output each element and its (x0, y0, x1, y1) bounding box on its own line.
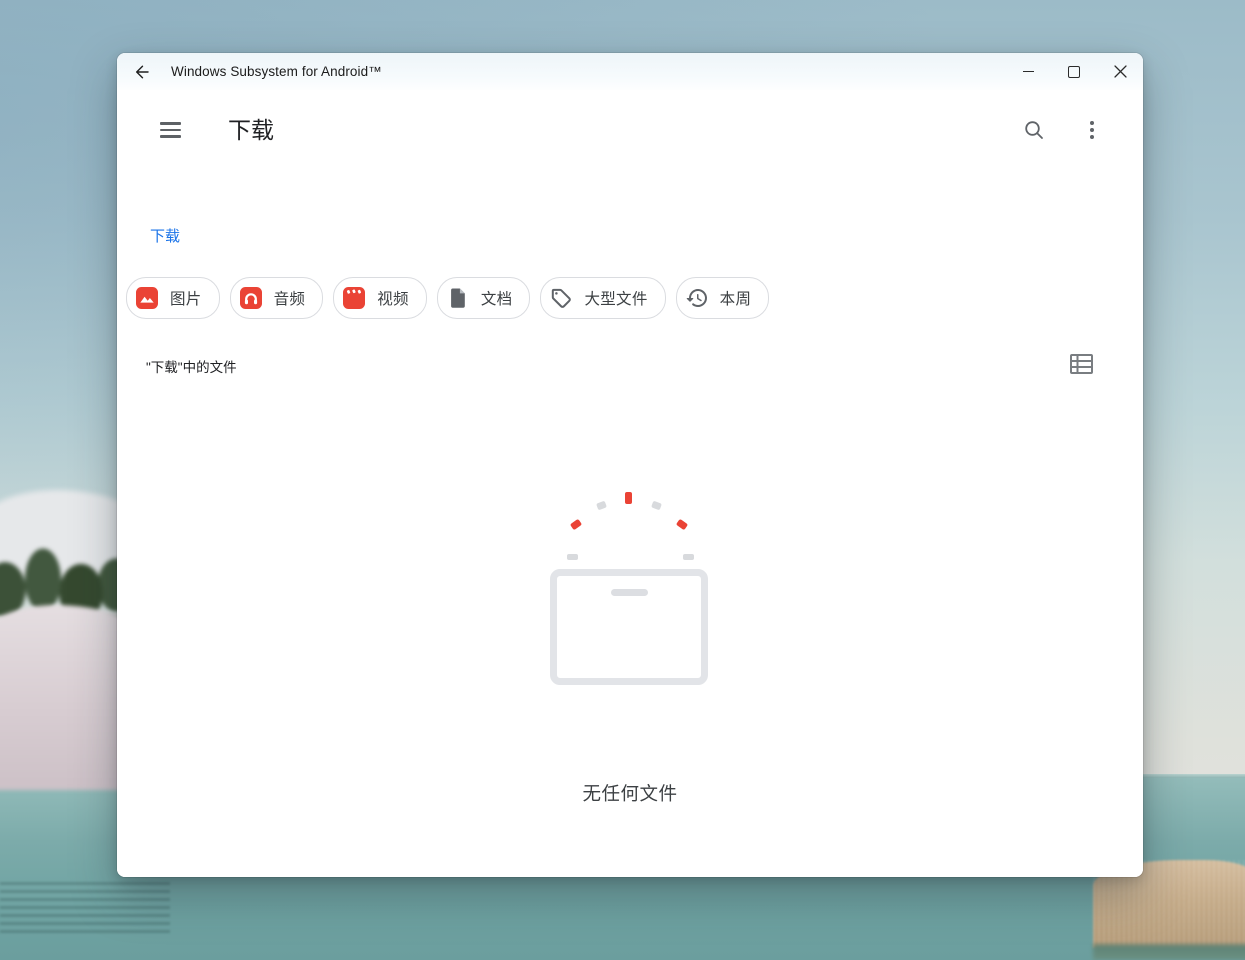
empty-box-handle (611, 589, 648, 596)
confetti-mark (596, 501, 607, 511)
image-icon (135, 286, 159, 310)
maximize-icon (1068, 66, 1080, 78)
kebab-menu-icon (1090, 121, 1094, 140)
search-button[interactable] (1018, 114, 1050, 146)
close-button[interactable] (1097, 53, 1143, 90)
wallpaper-grass-reflection (1093, 944, 1245, 960)
chip-label: 本周 (720, 287, 752, 309)
section-label: "下载"中的文件 (146, 356, 237, 376)
wallpaper-reflection (0, 882, 170, 937)
confetti-mark (570, 519, 582, 530)
chip-images[interactable]: 图片 (126, 277, 220, 319)
chip-audio[interactable]: 音频 (230, 277, 324, 319)
search-icon (1022, 118, 1046, 142)
breadcrumb[interactable]: 下载 (150, 225, 180, 246)
files-app-content: 下载 下载 图片 (117, 90, 1143, 877)
minimize-button[interactable] (1005, 53, 1051, 90)
close-icon (1114, 65, 1127, 78)
empty-state-text: 无任何文件 (117, 780, 1143, 806)
confetti-mark (676, 519, 688, 530)
window-titlebar[interactable]: Windows Subsystem for Android™ (117, 53, 1143, 90)
menu-button[interactable] (154, 114, 186, 146)
document-icon (446, 286, 470, 310)
list-view-toggle-button[interactable] (1065, 348, 1097, 380)
chip-label: 文档 (481, 287, 513, 309)
empty-state-illustration (550, 487, 710, 697)
tag-icon (549, 286, 573, 310)
chip-videos[interactable]: 视频 (333, 277, 427, 319)
history-icon (685, 286, 709, 310)
more-options-button[interactable] (1076, 114, 1108, 146)
chip-label: 视频 (377, 287, 409, 309)
window-title: Windows Subsystem for Android™ (171, 64, 382, 79)
chip-large-files[interactable]: 大型文件 (540, 277, 665, 319)
minimize-icon (1023, 71, 1034, 72)
back-button[interactable] (125, 57, 159, 87)
video-icon (342, 286, 366, 310)
chip-label: 音频 (274, 287, 306, 309)
confetti-mark (683, 554, 694, 560)
confetti-mark (625, 492, 632, 504)
hamburger-icon (160, 122, 181, 138)
maximize-button[interactable] (1051, 53, 1097, 90)
empty-box-icon (550, 569, 708, 685)
audio-icon (239, 286, 263, 310)
wsa-window: Windows Subsystem for Android™ 下载 (117, 53, 1143, 877)
confetti-mark (567, 554, 578, 560)
window-controls (1005, 53, 1143, 90)
back-arrow-icon (133, 63, 151, 81)
filter-chip-row: 图片 音频 视频 (126, 277, 769, 319)
chip-documents[interactable]: 文档 (437, 277, 531, 319)
confetti-mark (651, 501, 662, 511)
chip-label: 图片 (170, 287, 202, 309)
chip-this-week[interactable]: 本周 (676, 277, 770, 319)
page-title: 下载 (228, 115, 274, 145)
chip-label: 大型文件 (584, 287, 647, 309)
list-view-icon (1069, 353, 1094, 375)
